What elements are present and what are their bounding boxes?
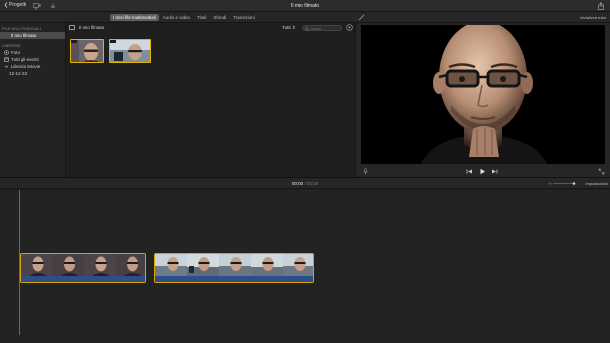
sidebar-item-label: Il mio filmato — [11, 33, 37, 38]
window-title: Il mio filmato — [290, 3, 320, 9]
audio-waveform-track — [155, 276, 313, 282]
filmstrip-frame — [84, 254, 116, 276]
clip-thumbnail-image — [110, 40, 150, 62]
search-placeholder: Cerca — [310, 26, 321, 31]
search-icon — [305, 27, 309, 31]
video-preview — [361, 25, 605, 164]
skip-back-icon[interactable] — [466, 168, 473, 175]
sidebar-toggle-button[interactable] — [69, 25, 75, 30]
enhance-wand-icon[interactable] — [358, 14, 365, 21]
filmstrip-frame — [219, 254, 251, 276]
sidebar-item-label: Foto — [11, 50, 21, 55]
media-clip-thumbnail[interactable] — [70, 39, 104, 63]
sidebar-item-label: Libreria iMovie — [11, 64, 41, 69]
settings-icon[interactable] — [346, 24, 353, 31]
filter-value: Tutti — [282, 25, 291, 30]
sidebar-section-libraries: LIBRERIE — [2, 43, 22, 48]
search-field[interactable]: Cerca — [302, 25, 342, 31]
skip-forward-icon[interactable] — [491, 168, 498, 175]
clip-filter-select[interactable]: Tutti ⇕ — [282, 25, 296, 31]
clip-thumbnail-image — [71, 40, 103, 62]
timeline-header: 00:00 / 00:08 Impostazioni — [0, 178, 610, 189]
filmstrip-frame — [283, 254, 313, 276]
libraries-sidebar: FILE MULTIMEDIALI Il mio filmato LIBRERI… — [0, 23, 66, 177]
timeline-zoom-slider[interactable] — [549, 182, 577, 185]
microphone-icon[interactable] — [362, 168, 369, 175]
chevron-left-icon — [4, 2, 8, 8]
viewer-panel — [356, 23, 610, 177]
filmstrip-frame — [187, 254, 219, 276]
tab-titles[interactable]: Titoli — [194, 14, 209, 21]
fullscreen-icon[interactable] — [598, 168, 605, 175]
sidebar-item-library[interactable]: Libreria iMovie — [0, 63, 65, 70]
reset-all-button[interactable]: Inizializza tutto — [580, 15, 606, 20]
audio-waveform-track — [21, 276, 145, 282]
sidebar-item-photos[interactable]: Foto — [0, 49, 65, 56]
chevron-down-icon[interactable] — [4, 64, 9, 69]
play-icon[interactable] — [479, 168, 486, 175]
media-browser: Il mio filmato Tutti ⇕ Cerca — [66, 23, 356, 177]
filmstrip-frame — [115, 254, 145, 276]
chevron-updown-icon: ⇕ — [291, 25, 296, 30]
preview-frame-image — [361, 25, 605, 164]
timeline[interactable] — [0, 190, 610, 343]
timeline-settings-button[interactable]: Impostazioni — [586, 181, 608, 186]
media-clip-thumbnail[interactable] — [109, 39, 151, 63]
browser-header: Il mio filmato Tutti ⇕ Cerca — [66, 23, 356, 33]
sidebar-item-event[interactable]: 12-12-23 — [0, 70, 65, 77]
back-button-label: Progetti — [9, 2, 27, 8]
sidebar-item-label: Tutti gli eventi — [11, 57, 39, 62]
timeline-clip[interactable] — [154, 253, 314, 283]
sidebar-item-label: 12-12-23 — [9, 71, 28, 76]
sidebar-section-media: FILE MULTIMEDIALI — [2, 26, 41, 31]
tab-audio-video[interactable]: Audio e video — [160, 14, 193, 21]
filmstrip-frame — [155, 254, 187, 276]
tab-my-media[interactable]: I miei file multimediali — [110, 14, 159, 21]
toolbar: I miei file multimediali Audio e video T… — [0, 12, 610, 23]
filmstrip-frame — [251, 254, 283, 276]
clip-filmstrip — [21, 254, 145, 276]
media-tabs: I miei file multimediali Audio e video T… — [110, 14, 258, 21]
projects-back-button[interactable]: Progetti — [4, 2, 26, 8]
timeline-clip[interactable] — [20, 253, 146, 283]
sidebar-item-project[interactable]: Il mio filmato — [0, 32, 65, 39]
events-icon — [4, 57, 9, 62]
tab-backgrounds[interactable]: Sfondi — [210, 14, 229, 21]
tab-transitions[interactable]: Transizioni — [230, 14, 258, 21]
playback-controls — [356, 166, 610, 177]
current-time: 00:00 — [291, 181, 304, 186]
total-time: 00:08 — [306, 181, 319, 186]
filmstrip-frame — [21, 254, 53, 276]
project-icon — [4, 33, 9, 38]
sidebar-item-all-events[interactable]: Tutti gli eventi — [0, 56, 65, 63]
photos-icon — [4, 50, 9, 55]
filmstrip-frame — [52, 254, 84, 276]
download-icon[interactable] — [49, 2, 57, 10]
timecode-display: 00:00 / 00:08 — [0, 181, 610, 186]
title-bar: Progetti Il mio filmato — [0, 0, 610, 12]
time-separator: / — [304, 181, 306, 186]
share-icon[interactable] — [598, 2, 604, 10]
browser-title: Il mio filmato — [79, 25, 105, 30]
media-import-icon[interactable] — [33, 2, 41, 10]
clip-filmstrip — [155, 254, 313, 276]
